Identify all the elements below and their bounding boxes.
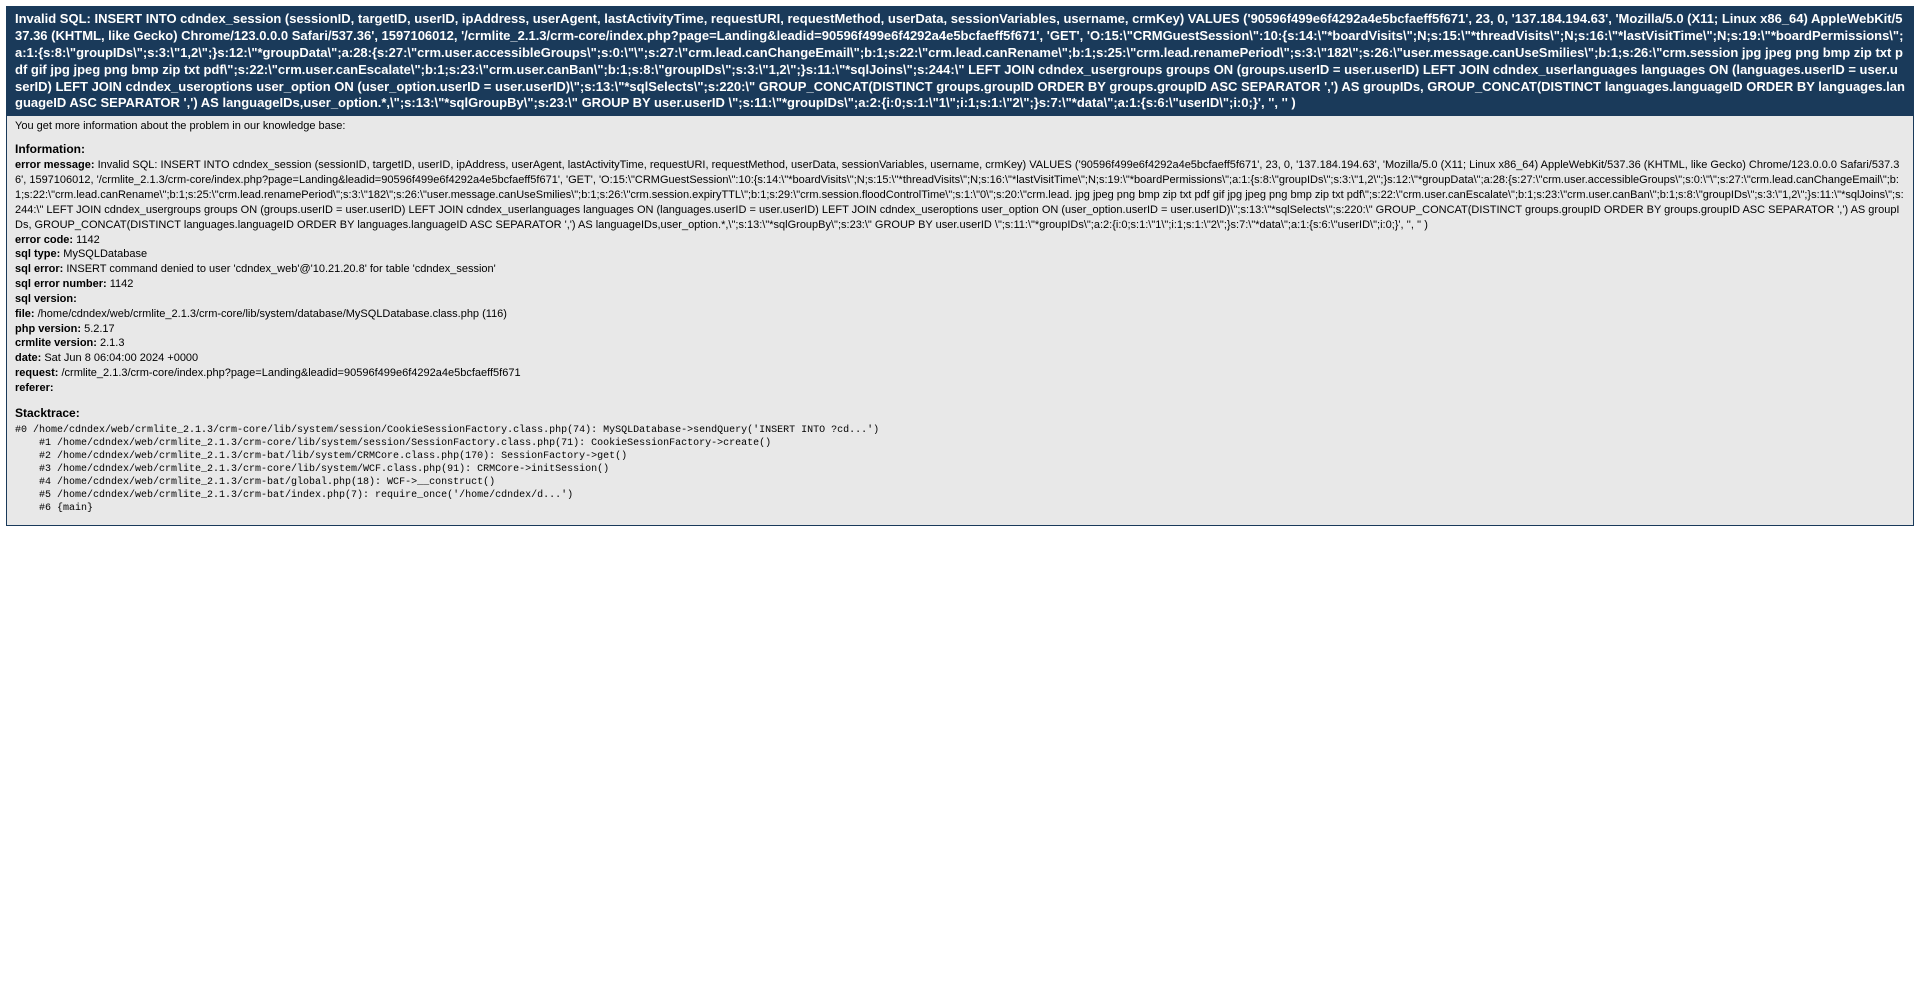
info-request: request: /crmlite_2.1.3/crm-core/index.p… <box>15 366 1905 381</box>
value-php-version: 5.2.17 <box>84 323 115 335</box>
label-php-version: php version: <box>15 323 81 335</box>
label-date: date: <box>15 352 41 364</box>
info-sql-error: sql error: INSERT command denied to user… <box>15 262 1905 277</box>
label-error-message: error message: <box>15 159 95 171</box>
info-date: date: Sat Jun 8 06:04:00 2024 +0000 <box>15 351 1905 366</box>
info-sql-version: sql version: <box>15 292 1905 307</box>
info-sql-type: sql type: MySQLDatabase <box>15 247 1905 262</box>
info-crmlite-version: crmlite version: 2.1.3 <box>15 336 1905 351</box>
error-header: Invalid SQL: INSERT INTO cdndex_session … <box>7 7 1913 116</box>
value-date: Sat Jun 8 06:04:00 2024 +0000 <box>44 352 198 364</box>
label-request: request: <box>15 367 58 379</box>
info-referer: referer: <box>15 381 1905 396</box>
label-error-code: error code: <box>15 234 73 246</box>
label-sql-type: sql type: <box>15 248 60 260</box>
value-sql-error: INSERT command denied to user 'cdndex_we… <box>66 263 495 275</box>
label-sql-error-number: sql error number: <box>15 278 107 290</box>
info-error-code: error code: 1142 <box>15 233 1905 248</box>
info-error-message: error message: Invalid SQL: INSERT INTO … <box>15 158 1905 232</box>
stacktrace-content: #0 /home/cdndex/web/crmlite_2.1.3/crm-co… <box>15 422 1905 517</box>
value-request: /crmlite_2.1.3/crm-core/index.php?page=L… <box>61 367 520 379</box>
label-crmlite-version: crmlite version: <box>15 337 97 349</box>
label-file: file: <box>15 308 35 320</box>
stacktrace-title: Stacktrace: <box>15 402 1905 422</box>
kb-info-text: You get more information about the probl… <box>15 118 1905 138</box>
label-referer: referer: <box>15 382 54 394</box>
value-error-code: 1142 <box>76 234 100 246</box>
value-sql-error-number: 1142 <box>110 278 134 290</box>
value-sql-type: MySQLDatabase <box>63 248 147 260</box>
value-error-message: Invalid SQL: INSERT INTO cdndex_session … <box>15 159 1904 230</box>
error-body: You get more information about the probl… <box>7 116 1913 525</box>
error-panel: Invalid SQL: INSERT INTO cdndex_session … <box>6 6 1914 526</box>
info-php-version: php version: 5.2.17 <box>15 322 1905 337</box>
information-title: Information: <box>15 138 1905 158</box>
label-sql-version: sql version: <box>15 293 77 305</box>
label-sql-error: sql error: <box>15 263 63 275</box>
value-file: /home/cdndex/web/crmlite_2.1.3/crm-core/… <box>38 308 507 320</box>
info-sql-error-number: sql error number: 1142 <box>15 277 1905 292</box>
value-crmlite-version: 2.1.3 <box>100 337 124 349</box>
info-file: file: /home/cdndex/web/crmlite_2.1.3/crm… <box>15 307 1905 322</box>
